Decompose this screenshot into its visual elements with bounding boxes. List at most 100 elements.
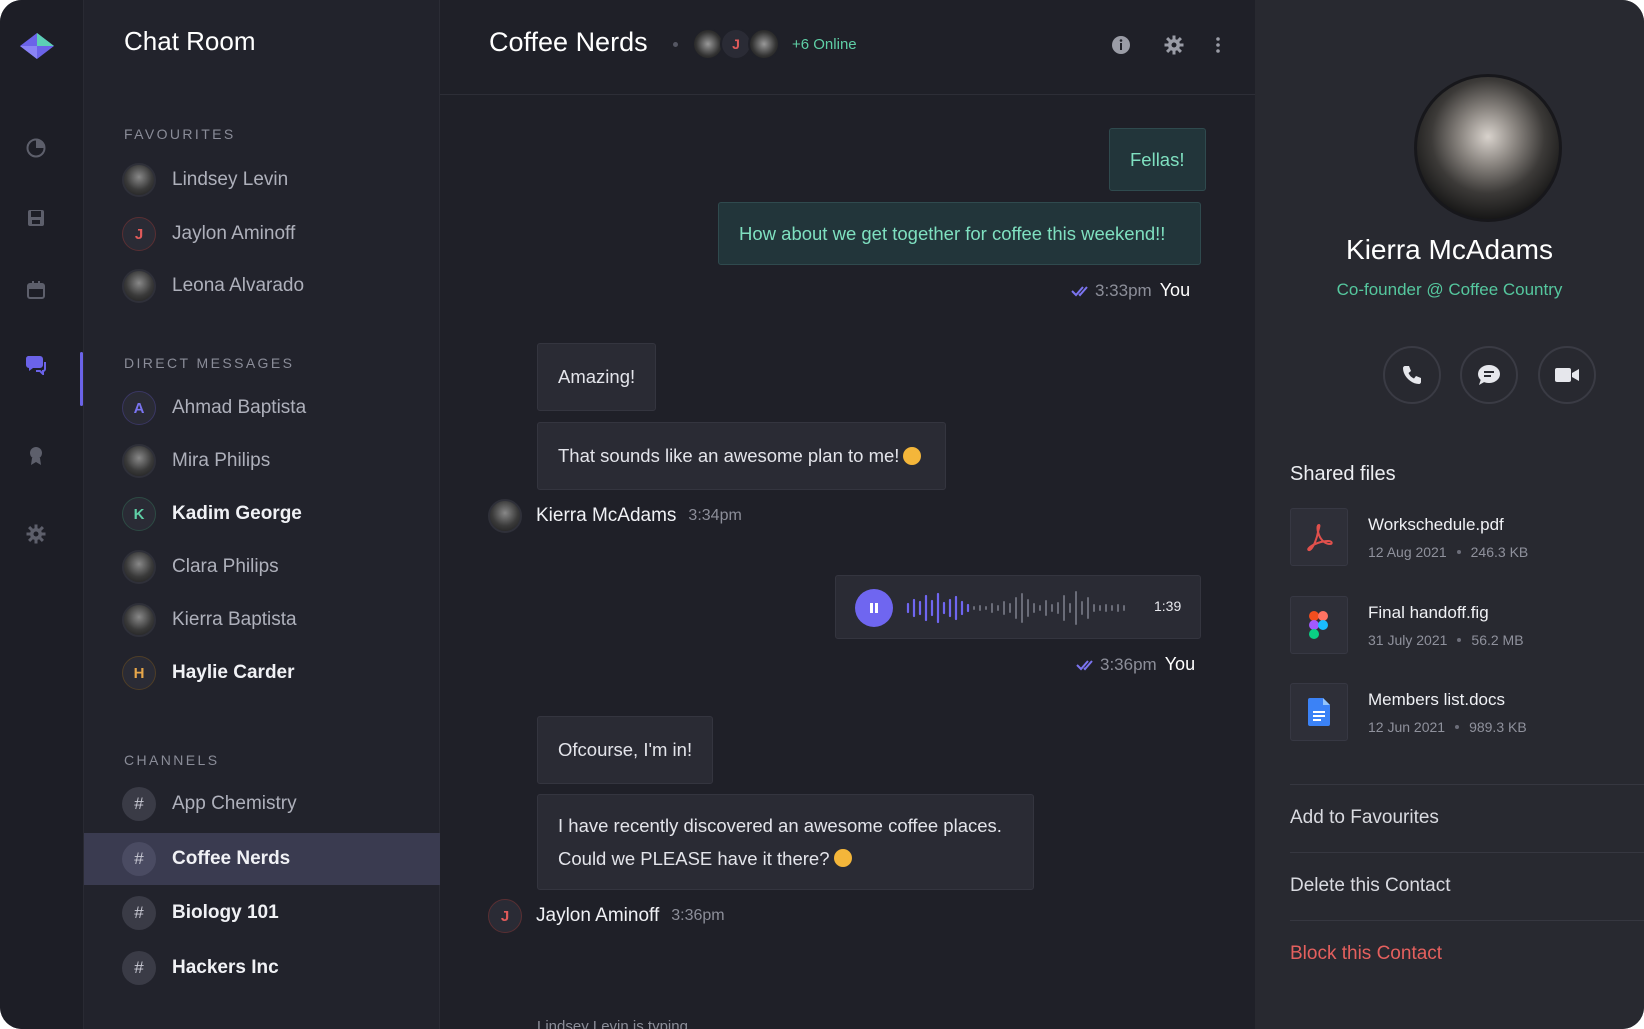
sidebar: Chat Room FAVOURITES Lindsey Levin J Jay… [84,0,440,1029]
rail-active-indicator [80,352,83,406]
avatar: A [122,391,156,425]
message-meta: 3:33pm You [1071,280,1190,301]
outgoing-message[interactable]: How about we get together for coffee thi… [718,202,1201,265]
avatar [122,163,156,197]
avatar [122,269,156,303]
avatar[interactable]: J [488,899,522,933]
incoming-message[interactable]: Ofcourse, I'm in! [537,716,714,784]
sender-name[interactable]: Jaylon Aminoff [536,905,659,927]
separator-dot [673,42,678,47]
direct-message-item[interactable]: A Ahmad Baptista [84,382,440,434]
shared-files-title: Shared files [1290,463,1396,485]
file-size: 989.3 KB [1469,719,1527,735]
chat-icon[interactable] [24,352,48,376]
avatar [122,444,156,478]
channel-item[interactable]: # App Chemistry [84,778,440,830]
heart-eyes-emoji-icon [903,447,922,465]
incoming-message[interactable]: Amazing! [537,343,657,411]
channel-item[interactable]: # Hackers Inc [84,942,440,994]
shared-file-item[interactable]: Members list.docs 12 Jun 2021 989.3 KB [1290,683,1620,743]
upside-down-face-emoji-icon [833,849,852,867]
message-time: 3:36pm [671,907,725,924]
favourite-item[interactable]: Leona Alvarado [84,260,440,312]
channel-item-active[interactable]: # Coffee Nerds [84,833,440,885]
outgoing-message[interactable]: Fellas! [1109,128,1206,191]
avatar [122,603,156,637]
delete-contact-button[interactable]: Delete this Contact [1290,852,1644,920]
channel-name: Biology 101 [172,902,279,923]
message-meta: 3:36pm You [1076,654,1195,675]
channel-name: App Chemistry [172,793,297,814]
message-author: You [1164,654,1196,674]
contact-name: Mira Philips [172,450,271,471]
direct-message-item[interactable]: Kierra Baptista [84,594,440,646]
shared-file-item[interactable]: Workschedule.pdf 12 Aug 2021 246.3 KB [1290,508,1620,568]
contact-name: Lindsey Levin [172,169,289,190]
channel-name: Hackers Inc [172,957,279,978]
contact-name: Leona Alvarado [172,275,305,296]
channels-label: CHANNELS [124,752,220,768]
save-icon[interactable] [24,206,48,230]
contact-name: Kierra Baptista [172,609,297,630]
sender-name[interactable]: Kierra McAdams [536,505,676,527]
file-size: 56.2 MB [1471,632,1524,648]
avatar [122,550,156,584]
block-contact-button[interactable]: Block this Contact [1290,920,1644,988]
video-camera-icon [1555,368,1579,382]
video-call-button[interactable] [1538,346,1596,404]
file-meta: 31 July 2021 56.2 MB [1368,632,1524,648]
dashboard-icon[interactable] [24,136,48,160]
direct-message-item[interactable]: Clara Philips [84,541,440,593]
message-time: 3:33pm [1095,280,1152,300]
award-icon[interactable] [24,444,48,468]
channel-name: Coffee Nerds [172,848,291,869]
more-vertical-icon[interactable] [1206,33,1230,57]
settings-icon[interactable] [1162,33,1186,57]
message-text: That sounds like an awesome plan to me! [558,445,900,466]
direct-message-item[interactable]: H Haylie Carder [84,647,440,699]
figma-icon [1290,596,1348,654]
message-time: 3:36pm [1100,654,1157,674]
favourite-item[interactable]: Lindsey Levin [84,154,440,206]
file-size: 246.3 KB [1470,544,1529,560]
incoming-message[interactable]: I have recently discovered an awesome co… [537,794,1034,890]
calendar-icon[interactable] [24,278,48,302]
online-count[interactable]: +6 Online [792,36,857,53]
channel-item[interactable]: # Biology 101 [84,887,440,939]
icon-rail [0,0,84,1029]
member-avatar[interactable] [748,28,780,60]
contact-name: Clara Philips [172,556,279,577]
avatar: K [122,497,156,531]
add-to-favourites-button[interactable]: Add to Favourites [1290,784,1644,852]
file-date: 12 Jun 2021 [1368,719,1446,735]
info-icon[interactable] [1109,33,1133,57]
app-logo-icon[interactable] [20,33,54,59]
message-text-line: Could we PLEASE have it there? [558,848,830,869]
direct-message-item[interactable]: Mira Philips [84,435,440,487]
direct-message-item[interactable]: K Kadim George [84,488,440,540]
call-button[interactable] [1383,346,1441,404]
waveform[interactable] [906,586,1146,630]
app-title: Chat Room [124,26,256,56]
pause-button[interactable] [855,589,893,627]
chat-header: Coffee Nerds J +6 Online [440,0,1255,95]
avatar[interactable] [488,499,522,533]
avatar: H [122,656,156,690]
avatar: J [122,217,156,251]
shared-file-item[interactable]: Final handoff.fig 31 July 2021 56.2 MB [1290,596,1620,656]
voice-message[interactable]: 1:39 [835,575,1201,639]
double-check-icon [1071,285,1088,296]
message-button[interactable] [1460,346,1518,404]
settings-icon[interactable] [24,522,48,546]
contact-name: Kadim George [172,503,302,524]
file-meta: 12 Jun 2021 989.3 KB [1368,719,1527,735]
chat-app-window: Chat Room FAVOURITES Lindsey Levin J Jay… [0,0,1644,1029]
favourite-item[interactable]: J Jaylon Aminoff [84,208,440,260]
contact-name: Jaylon Aminoff [172,223,296,244]
message-author: You [1159,280,1191,300]
hash-icon: # [122,896,156,930]
hash-icon: # [122,951,156,985]
incoming-message[interactable]: That sounds like an awesome plan to me! [537,422,946,490]
profile-avatar[interactable] [1414,74,1562,222]
direct-messages-label: DIRECT MESSAGES [124,355,295,371]
